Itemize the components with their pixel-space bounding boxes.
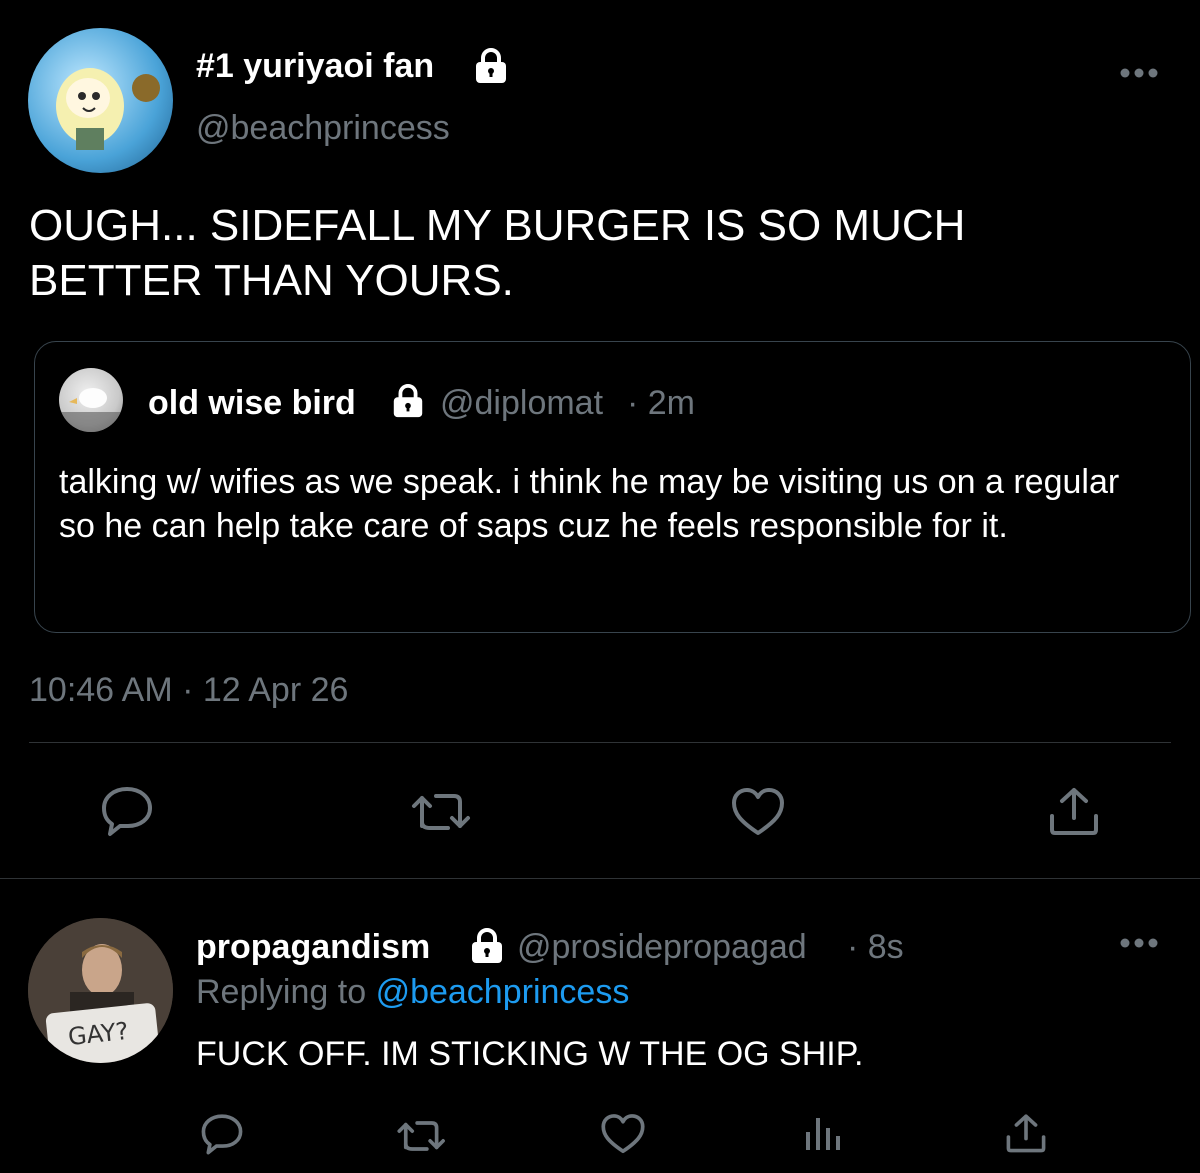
replying-to-link[interactable]: @beachprincess xyxy=(376,973,630,1011)
replying-to-prefix: Replying to xyxy=(196,973,367,1011)
divider xyxy=(0,878,1200,879)
quoted-tweet-card[interactable]: old wise bird @diplomat · 2m talking w/ … xyxy=(34,341,1191,633)
share-icon[interactable] xyxy=(1048,786,1100,836)
retweet-icon[interactable] xyxy=(410,790,474,834)
reply-handle[interactable]: @prosidepropagad xyxy=(517,925,807,969)
lock-icon xyxy=(471,47,511,90)
reply-age: · 8s xyxy=(847,928,904,966)
avatar-character-image xyxy=(56,68,160,150)
quoted-age: · 2m xyxy=(627,384,695,422)
retweet-icon[interactable] xyxy=(396,1118,448,1154)
author-avatar[interactable] xyxy=(28,28,173,173)
share-icon[interactable] xyxy=(1005,1113,1047,1153)
quoted-display-name[interactable]: old wise bird xyxy=(148,382,356,424)
reply-author-avatar[interactable]: GAY? xyxy=(28,918,173,1063)
tweet-timestamp[interactable]: 10:46 AM · 12 Apr 26 xyxy=(29,668,348,712)
more-options-icon[interactable] xyxy=(1118,66,1160,80)
replying-to-line: Replying to @beachprincess xyxy=(196,970,629,1014)
lock-icon xyxy=(467,927,507,970)
author-handle[interactable]: @beachprincess xyxy=(196,106,450,150)
quoted-handle[interactable]: @diplomat xyxy=(440,382,603,424)
reply-icon[interactable] xyxy=(200,1113,244,1155)
like-icon[interactable] xyxy=(600,1113,646,1155)
reply-text: FUCK OFF. IM STICKING W THE OG SHIP. xyxy=(196,1035,864,1073)
quoted-text: talking w/ wifies as we speak. i think h… xyxy=(59,463,1120,545)
analytics-icon[interactable] xyxy=(804,1114,842,1152)
author-display-name[interactable]: #1 yuriyaoi fan xyxy=(196,44,434,88)
reply-display-name[interactable]: propagandism xyxy=(196,925,430,969)
reply-icon[interactable] xyxy=(100,785,154,837)
divider xyxy=(29,742,1171,743)
lock-icon xyxy=(389,383,427,424)
quoted-author-avatar xyxy=(59,368,123,432)
more-options-icon[interactable] xyxy=(1118,936,1160,950)
like-icon[interactable] xyxy=(730,787,786,837)
tweet-text: OUGH... SIDEFALL MY BURGER IS SO MUCH BE… xyxy=(29,201,966,305)
